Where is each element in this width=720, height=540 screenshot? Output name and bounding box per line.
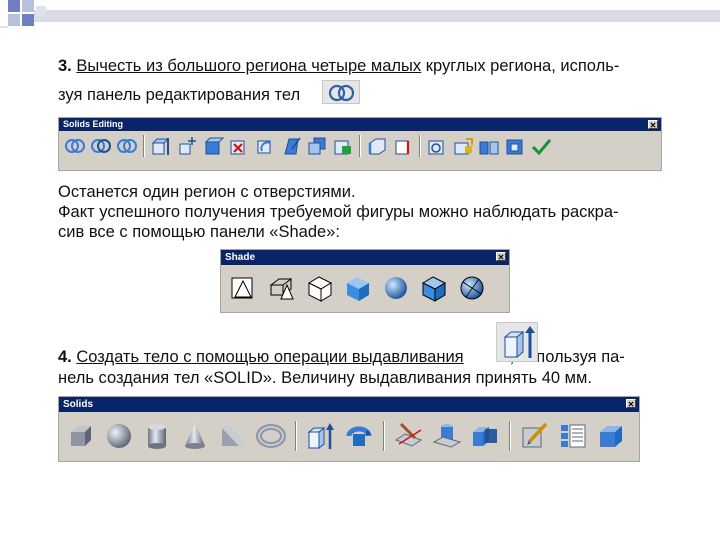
3d-wireframe-icon[interactable] [267, 273, 297, 303]
imprint-icon[interactable] [425, 134, 449, 158]
hidden-icon[interactable] [305, 273, 335, 303]
flat-edges-on-icon[interactable] [419, 273, 449, 303]
paragraph-text-2-line3: сив все с помощью панели «Shade»: [58, 223, 340, 241]
separate-icon[interactable] [477, 134, 501, 158]
section-icon[interactable] [431, 420, 463, 452]
interference-icon[interactable] [469, 420, 501, 452]
rotate-faces-icon[interactable] [253, 134, 277, 158]
separator [143, 135, 145, 157]
step-number: 4. [58, 348, 72, 366]
toolbar-buttons [221, 265, 509, 311]
close-button[interactable]: ✕ [648, 120, 658, 130]
step-number: 3. [58, 57, 72, 75]
gouraud-edges-on-icon[interactable] [457, 273, 487, 303]
toolbar-buttons [59, 131, 661, 161]
toolbar-title: Solids Editing ✕ [59, 118, 661, 131]
paragraph-step-3-line2: зуя панель редактирования тел . [58, 85, 668, 106]
box-icon[interactable] [65, 420, 97, 452]
sphere-icon[interactable] [103, 420, 135, 452]
paragraph-step-3: 3. Вычесть из большого региона четыре ма… [58, 56, 668, 77]
setup-drawing-icon[interactable] [519, 420, 551, 452]
underlined-phrase: Вычесть из большого региона четыре малых [76, 57, 422, 75]
separator [419, 135, 421, 157]
cone-icon[interactable] [179, 420, 211, 452]
check-icon[interactable] [529, 134, 553, 158]
separator [509, 421, 511, 451]
separator [383, 421, 385, 451]
union-rings-icon [322, 80, 360, 104]
color-edges-icon[interactable] [391, 134, 415, 158]
paragraph-text: круглых региона, исполь- [421, 57, 620, 75]
revolve-icon[interactable] [343, 420, 375, 452]
shell-icon[interactable] [503, 134, 527, 158]
solids-toolbar: Solids ✕ [58, 396, 640, 462]
copy-edges-icon[interactable] [365, 134, 389, 158]
underlined-phrase: Создать тело с помощью операции выдавлив… [76, 348, 464, 366]
paragraph-text-2-line1: Останется один регион с отверстиями. [58, 183, 356, 201]
color-faces-icon[interactable] [331, 134, 355, 158]
paragraph-text: зуя панель редактирования тел [58, 86, 301, 104]
setup-profile-icon[interactable] [595, 420, 627, 452]
decorative-header-strip [0, 0, 720, 28]
close-button[interactable]: ✕ [496, 252, 506, 262]
wedge-icon[interactable] [217, 420, 249, 452]
toolbar-buttons [59, 412, 639, 460]
taper-faces-icon[interactable] [279, 134, 303, 158]
solids-editing-toolbar: Solids Editing ✕ [58, 117, 662, 171]
copy-faces-icon[interactable] [305, 134, 329, 158]
extrude-icon [496, 322, 538, 362]
paragraph-step-4-line2: нель создания тел «SOLID». Величину выда… [58, 369, 592, 387]
separator [295, 421, 297, 451]
delete-faces-icon[interactable] [227, 134, 251, 158]
toolbar-title: Shade ✕ [221, 250, 509, 265]
subtract-icon[interactable] [89, 134, 113, 158]
gouraud-shaded-icon[interactable] [381, 273, 411, 303]
setup-view-icon[interactable] [557, 420, 589, 452]
toolbar-title: Solids ✕ [59, 397, 639, 412]
cylinder-icon[interactable] [141, 420, 173, 452]
offset-faces-icon[interactable] [201, 134, 225, 158]
slice-icon[interactable] [393, 420, 425, 452]
flat-shaded-icon[interactable] [343, 273, 373, 303]
extrude-tool-icon[interactable] [305, 420, 337, 452]
paragraph-text-2-line2: Факт успешного получения требуемой фигур… [58, 203, 619, 221]
union-icon[interactable] [63, 134, 87, 158]
intersect-icon[interactable] [115, 134, 139, 158]
close-button[interactable]: ✕ [626, 399, 636, 409]
move-faces-icon[interactable] [175, 134, 199, 158]
clean-icon[interactable] [451, 134, 475, 158]
torus-icon[interactable] [255, 420, 287, 452]
shade-toolbar: Shade ✕ [220, 249, 510, 313]
separator [359, 135, 361, 157]
2d-wireframe-icon[interactable] [229, 273, 259, 303]
extrude-faces-icon[interactable] [149, 134, 173, 158]
paragraph-step-4: 4. Создать тело с помощью операции выдав… [58, 347, 668, 368]
